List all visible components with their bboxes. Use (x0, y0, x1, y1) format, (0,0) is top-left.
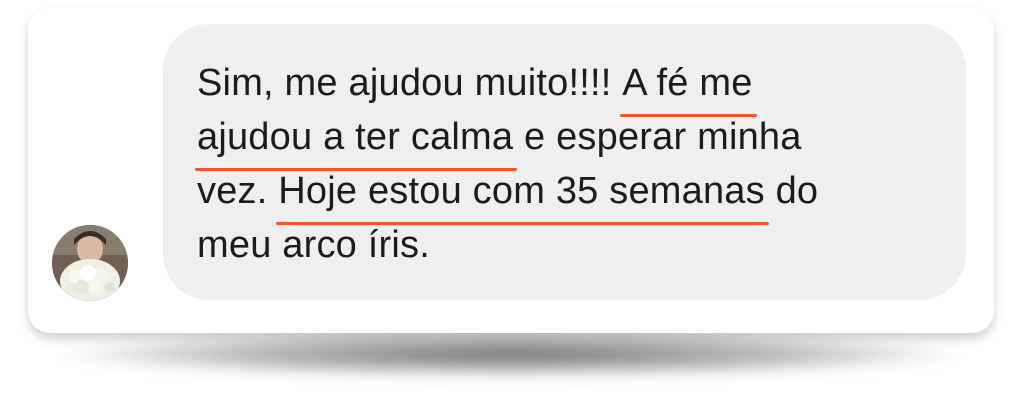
avatar-photo-icon (52, 225, 128, 301)
message-text-segment: do (764, 170, 819, 212)
underlined-phrase: Hoje estou com 35 semanas (276, 164, 769, 225)
card-shadow (60, 330, 960, 378)
underlined-phrase: ajudou a ter calma (194, 110, 518, 171)
underlined-phrase: A fé me (620, 56, 757, 117)
message-text-segment: e esperar minha (513, 116, 802, 158)
avatar[interactable] (52, 225, 128, 301)
message-line-2: ajudou a ter calma e esperar minha (194, 110, 937, 171)
message-line-3: vez. Hoje estou com 35 semanas do (197, 164, 937, 225)
message-line-1: Sim, me ajudou muito!!!! A fé me (197, 56, 937, 117)
screenshot-stage: Sim, me ajudou muito!!!! A fé me ajudou … (0, 0, 1024, 413)
message-line-4: meu arco íris. (197, 224, 430, 266)
message-text-segment: Sim, me ajudou muito!!!! (197, 62, 623, 104)
message-text: Sim, me ajudou muito!!!! A fé me ajudou … (194, 56, 937, 272)
message-text-segment: vez. (197, 170, 279, 212)
